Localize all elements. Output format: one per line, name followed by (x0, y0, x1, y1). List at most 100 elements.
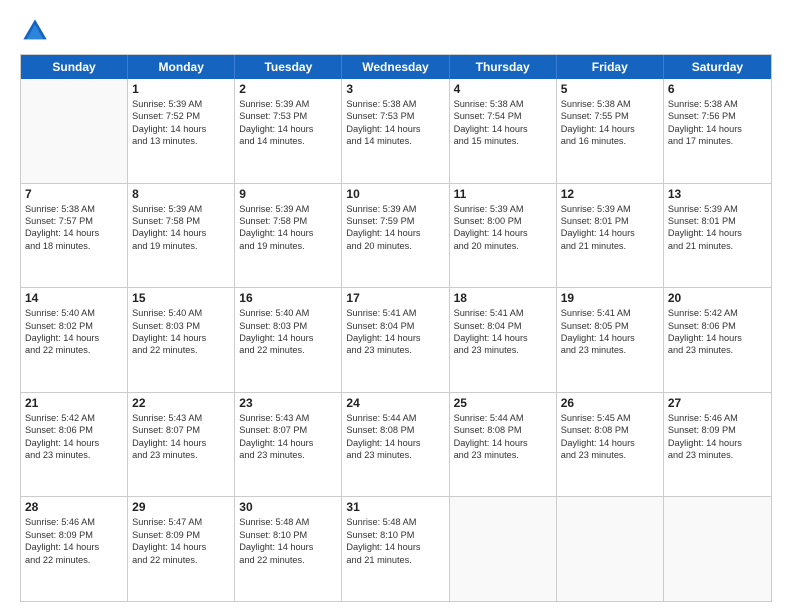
day-cell-27: 27Sunrise: 5:46 AMSunset: 8:09 PMDayligh… (664, 393, 771, 497)
weekday-header-saturday: Saturday (664, 55, 771, 79)
cell-info-line: and 14 minutes. (346, 135, 444, 147)
empty-cell (21, 79, 128, 183)
cell-info-line: and 22 minutes. (25, 344, 123, 356)
cell-info-line: Sunrise: 5:42 AM (25, 412, 123, 424)
cell-info-line: and 23 minutes. (668, 344, 767, 356)
day-number: 31 (346, 500, 444, 514)
day-cell-19: 19Sunrise: 5:41 AMSunset: 8:05 PMDayligh… (557, 288, 664, 392)
cell-info-line: and 23 minutes. (132, 449, 230, 461)
cell-info-line: Sunset: 8:10 PM (239, 529, 337, 541)
day-cell-12: 12Sunrise: 5:39 AMSunset: 8:01 PMDayligh… (557, 184, 664, 288)
day-number: 12 (561, 187, 659, 201)
weekday-header-thursday: Thursday (450, 55, 557, 79)
cell-info-line: Daylight: 14 hours (346, 541, 444, 553)
cell-info-line: Daylight: 14 hours (561, 123, 659, 135)
day-number: 13 (668, 187, 767, 201)
day-cell-23: 23Sunrise: 5:43 AMSunset: 8:07 PMDayligh… (235, 393, 342, 497)
cell-info-line: and 21 minutes. (668, 240, 767, 252)
calendar-row-3: 21Sunrise: 5:42 AMSunset: 8:06 PMDayligh… (21, 392, 771, 497)
cell-info-line: and 15 minutes. (454, 135, 552, 147)
day-cell-26: 26Sunrise: 5:45 AMSunset: 8:08 PMDayligh… (557, 393, 664, 497)
cell-info-line: Daylight: 14 hours (132, 332, 230, 344)
cell-info-line: Sunset: 8:08 PM (346, 424, 444, 436)
cell-info-line: Daylight: 14 hours (561, 437, 659, 449)
cell-info-line: Sunrise: 5:39 AM (346, 203, 444, 215)
empty-cell (557, 497, 664, 601)
day-number: 27 (668, 396, 767, 410)
header (20, 16, 772, 46)
day-number: 23 (239, 396, 337, 410)
cell-info-line: and 23 minutes. (561, 449, 659, 461)
weekday-header-wednesday: Wednesday (342, 55, 449, 79)
cell-info-line: Sunset: 8:04 PM (454, 320, 552, 332)
cell-info-line: and 22 minutes. (239, 344, 337, 356)
cell-info-line: Daylight: 14 hours (25, 437, 123, 449)
day-number: 29 (132, 500, 230, 514)
day-number: 9 (239, 187, 337, 201)
cell-info-line: Sunrise: 5:40 AM (25, 307, 123, 319)
cell-info-line: Daylight: 14 hours (668, 123, 767, 135)
cell-info-line: Sunset: 8:08 PM (561, 424, 659, 436)
day-number: 5 (561, 82, 659, 96)
cell-info-line: Daylight: 14 hours (132, 437, 230, 449)
cell-info-line: Sunset: 7:54 PM (454, 110, 552, 122)
cell-info-line: Sunset: 7:56 PM (668, 110, 767, 122)
cell-info-line: Daylight: 14 hours (25, 332, 123, 344)
day-number: 21 (25, 396, 123, 410)
day-cell-22: 22Sunrise: 5:43 AMSunset: 8:07 PMDayligh… (128, 393, 235, 497)
cell-info-line: and 17 minutes. (668, 135, 767, 147)
cell-info-line: Daylight: 14 hours (346, 437, 444, 449)
weekday-header-monday: Monday (128, 55, 235, 79)
cell-info-line: and 20 minutes. (454, 240, 552, 252)
cell-info-line: Sunset: 8:07 PM (132, 424, 230, 436)
day-cell-6: 6Sunrise: 5:38 AMSunset: 7:56 PMDaylight… (664, 79, 771, 183)
cell-info-line: Sunset: 8:07 PM (239, 424, 337, 436)
cell-info-line: Sunrise: 5:39 AM (132, 98, 230, 110)
cell-info-line: and 22 minutes. (132, 554, 230, 566)
cell-info-line: Sunset: 8:09 PM (25, 529, 123, 541)
cell-info-line: Sunset: 8:02 PM (25, 320, 123, 332)
cell-info-line: Sunrise: 5:42 AM (668, 307, 767, 319)
logo-icon (20, 16, 50, 46)
cell-info-line: Daylight: 14 hours (239, 123, 337, 135)
calendar-body: 1Sunrise: 5:39 AMSunset: 7:52 PMDaylight… (21, 79, 771, 601)
day-cell-30: 30Sunrise: 5:48 AMSunset: 8:10 PMDayligh… (235, 497, 342, 601)
cell-info-line: and 22 minutes. (239, 554, 337, 566)
day-number: 17 (346, 291, 444, 305)
cell-info-line: and 23 minutes. (25, 449, 123, 461)
cell-info-line: and 23 minutes. (454, 449, 552, 461)
day-cell-17: 17Sunrise: 5:41 AMSunset: 8:04 PMDayligh… (342, 288, 449, 392)
cell-info-line: Sunset: 8:06 PM (668, 320, 767, 332)
cell-info-line: Sunrise: 5:38 AM (346, 98, 444, 110)
cell-info-line: Daylight: 14 hours (132, 227, 230, 239)
day-cell-10: 10Sunrise: 5:39 AMSunset: 7:59 PMDayligh… (342, 184, 449, 288)
cell-info-line: and 14 minutes. (239, 135, 337, 147)
day-number: 22 (132, 396, 230, 410)
day-cell-16: 16Sunrise: 5:40 AMSunset: 8:03 PMDayligh… (235, 288, 342, 392)
cell-info-line: Daylight: 14 hours (346, 227, 444, 239)
calendar: SundayMondayTuesdayWednesdayThursdayFrid… (20, 54, 772, 602)
cell-info-line: and 23 minutes. (561, 344, 659, 356)
cell-info-line: Sunrise: 5:41 AM (561, 307, 659, 319)
cell-info-line: Sunrise: 5:46 AM (25, 516, 123, 528)
calendar-row-1: 7Sunrise: 5:38 AMSunset: 7:57 PMDaylight… (21, 183, 771, 288)
cell-info-line: Sunset: 8:03 PM (132, 320, 230, 332)
cell-info-line: and 22 minutes. (132, 344, 230, 356)
cell-info-line: and 23 minutes. (346, 344, 444, 356)
empty-cell (664, 497, 771, 601)
day-cell-29: 29Sunrise: 5:47 AMSunset: 8:09 PMDayligh… (128, 497, 235, 601)
day-cell-18: 18Sunrise: 5:41 AMSunset: 8:04 PMDayligh… (450, 288, 557, 392)
cell-info-line: Sunrise: 5:38 AM (668, 98, 767, 110)
cell-info-line: Daylight: 14 hours (25, 541, 123, 553)
cell-info-line: Sunset: 7:55 PM (561, 110, 659, 122)
day-cell-28: 28Sunrise: 5:46 AMSunset: 8:09 PMDayligh… (21, 497, 128, 601)
cell-info-line: Sunrise: 5:45 AM (561, 412, 659, 424)
day-number: 18 (454, 291, 552, 305)
cell-info-line: Daylight: 14 hours (668, 332, 767, 344)
day-number: 1 (132, 82, 230, 96)
cell-info-line: Daylight: 14 hours (561, 332, 659, 344)
cell-info-line: Daylight: 14 hours (454, 437, 552, 449)
cell-info-line: Sunrise: 5:41 AM (454, 307, 552, 319)
cell-info-line: Sunrise: 5:39 AM (668, 203, 767, 215)
cell-info-line: Sunrise: 5:40 AM (132, 307, 230, 319)
